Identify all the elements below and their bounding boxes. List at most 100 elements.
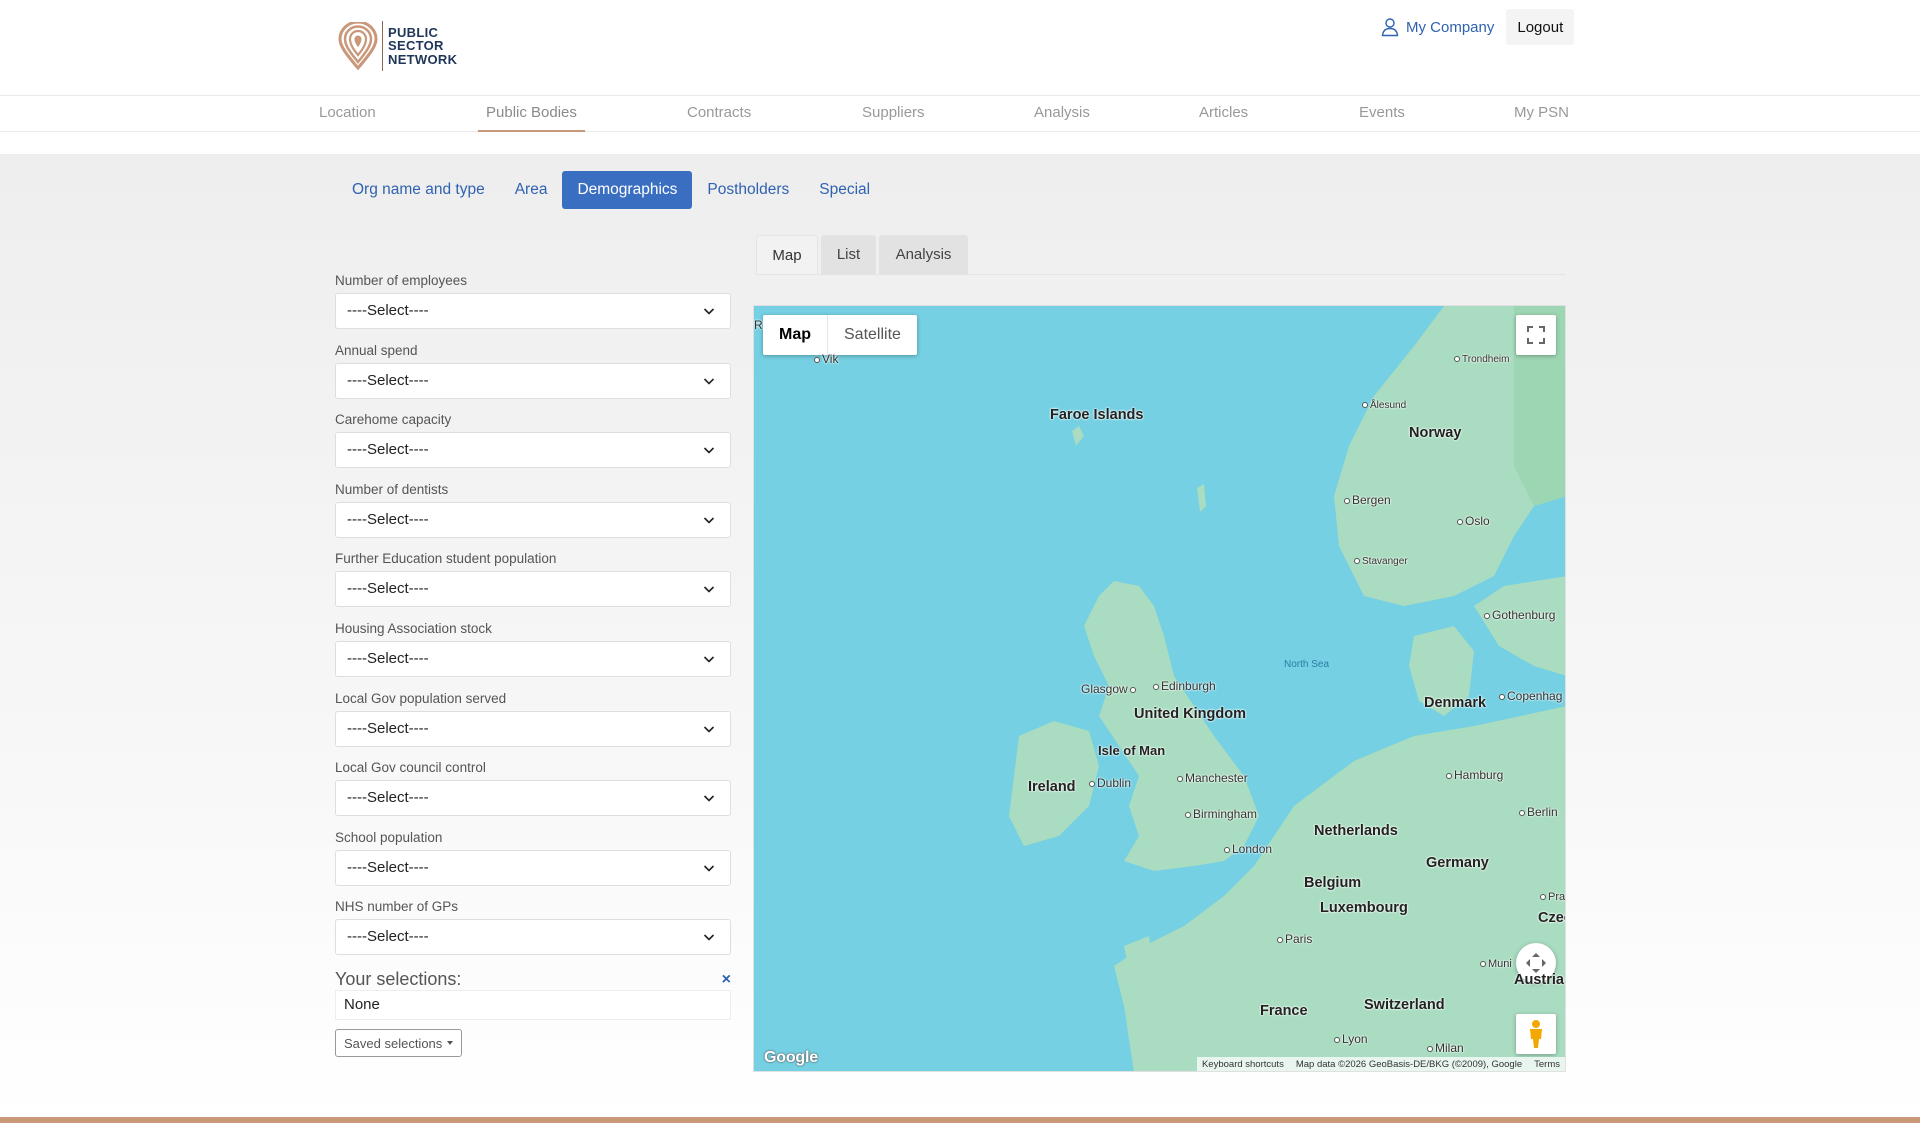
city-name: London xyxy=(1232,842,1273,856)
city-label: Berlin xyxy=(1519,805,1558,819)
select-housing-association-stock[interactable]: ----Select---- xyxy=(335,640,731,677)
select-number-of-dentists[interactable]: ----Select---- xyxy=(335,501,731,538)
tab-analysis[interactable]: Analysis xyxy=(879,235,968,274)
select-number-of-employees[interactable]: ----Select---- xyxy=(335,293,731,329)
city-name: Milan xyxy=(1435,1041,1464,1055)
logo-pin-icon xyxy=(338,22,378,70)
city-name: Dublin xyxy=(1097,776,1132,790)
map-view[interactable]: Map Satellite R Vik Faroe Islands Norway… xyxy=(753,305,1566,1072)
country-label-germany: Germany xyxy=(1426,855,1489,871)
keyboard-shortcuts-link[interactable]: Keyboard shortcuts xyxy=(1202,1059,1284,1070)
city-name: Gothenburg xyxy=(1492,608,1556,622)
tab-map[interactable]: Map xyxy=(756,235,818,274)
fullscreen-button[interactable] xyxy=(1516,315,1556,355)
nav-events[interactable]: Events xyxy=(1359,96,1405,132)
city-name: Oslo xyxy=(1465,514,1490,528)
city-label: Pra xyxy=(1540,891,1565,903)
tab-list[interactable]: List xyxy=(821,235,876,274)
city-label: Glasgow xyxy=(1081,682,1138,696)
google-logo: Google xyxy=(764,1049,818,1066)
saved-selections-button[interactable]: Saved selections xyxy=(335,1029,463,1058)
city-label: Paris xyxy=(1277,932,1312,946)
city-label: Bergen xyxy=(1344,493,1391,507)
tab-org-name-and-type[interactable]: Org name and type xyxy=(337,171,500,209)
city-label: R xyxy=(754,318,763,332)
main-nav: Location Public Bodies Contracts Supplie… xyxy=(0,95,1920,132)
city-label: Dublin xyxy=(1089,776,1131,790)
tab-area[interactable]: Area xyxy=(500,171,563,209)
tab-demographics[interactable]: Demographics xyxy=(562,171,693,209)
sea-label-north-sea: North Sea xyxy=(1284,659,1330,670)
map-type-map[interactable]: Map xyxy=(763,315,828,355)
city-label: Muni xyxy=(1480,958,1512,970)
city-name: Lyon xyxy=(1342,1032,1368,1046)
camera-control-icon xyxy=(1526,953,1546,973)
chevron-down-icon xyxy=(703,447,715,454)
label-number-of-dentists: Number of dentists xyxy=(335,481,449,497)
select-value: ----Select---- xyxy=(347,858,429,876)
selections-value: None xyxy=(335,990,731,1021)
country-label-ireland: Ireland xyxy=(1028,779,1076,795)
psn-logo[interactable]: PUBLIC SECTOR NETWORK xyxy=(338,20,460,72)
logout-button[interactable]: Logout xyxy=(1506,9,1575,45)
saved-selections-label: Saved selections xyxy=(344,1035,443,1051)
nav-contracts[interactable]: Contracts xyxy=(687,96,751,132)
select-value: ----Select---- xyxy=(347,789,429,807)
city-label: Vik xyxy=(814,352,838,366)
nav-articles[interactable]: Articles xyxy=(1199,96,1248,132)
my-company-link[interactable]: My Company xyxy=(1376,12,1498,42)
map-type-control: Map Satellite xyxy=(763,315,917,355)
map-data-attribution: Map data ©2026 GeoBasis-DE/BKG (©2009), … xyxy=(1295,1058,1523,1070)
city-label: Copenhag xyxy=(1499,689,1562,703)
account-area: My Company Logout xyxy=(1376,9,1575,45)
city-name: Birmingham xyxy=(1193,807,1258,821)
city-name: Vik xyxy=(822,352,839,366)
select-fe-student-population[interactable]: ----Select---- xyxy=(335,571,731,608)
select-value: ----Select---- xyxy=(347,441,429,459)
city-label: Hamburg xyxy=(1446,768,1503,782)
filter-category-tabs: Org name and type Area Demographics Post… xyxy=(337,171,885,209)
tab-postholders[interactable]: Postholders xyxy=(692,171,804,209)
map-attribution: Keyboard shortcuts Map data ©2026 GeoBas… xyxy=(1196,1057,1565,1071)
city-label: Oslo xyxy=(1457,514,1490,528)
label-housing-association-stock: Housing Association stock xyxy=(335,620,492,636)
country-label-denmark: Denmark xyxy=(1424,695,1487,711)
clear-selections-icon[interactable]: × xyxy=(722,969,731,991)
chevron-down-icon xyxy=(703,795,715,802)
select-school-population[interactable]: ----Select---- xyxy=(335,849,731,886)
city-name: Copenhag xyxy=(1507,689,1563,703)
chevron-down-icon xyxy=(703,725,715,733)
nav-analysis[interactable]: Analysis xyxy=(1034,96,1090,132)
nav-my-psn[interactable]: My PSN xyxy=(1514,96,1569,132)
nav-suppliers[interactable]: Suppliers xyxy=(862,96,925,132)
map-type-satellite[interactable]: Satellite xyxy=(828,315,917,355)
logo-line-2: SECTOR xyxy=(388,38,444,54)
city-label: Gothenburg xyxy=(1484,608,1555,622)
country-label-france: France xyxy=(1260,1003,1308,1019)
country-label-luxembourg: Luxembourg xyxy=(1320,900,1408,916)
country-label-uk: United Kingdom xyxy=(1134,706,1246,722)
label-school-population: School population xyxy=(335,829,443,845)
label-local-gov-population: Local Gov population served xyxy=(335,690,507,706)
country-label-switzerland: Switzerland xyxy=(1364,997,1445,1013)
select-local-gov-population[interactable]: ----Select---- xyxy=(335,710,731,747)
tab-special[interactable]: Special xyxy=(804,171,885,209)
terms-link[interactable]: Terms xyxy=(1534,1059,1560,1070)
label-number-of-employees: Number of employees xyxy=(335,273,468,288)
city-label: London xyxy=(1224,842,1272,856)
select-carehome-capacity[interactable]: ----Select---- xyxy=(335,432,731,469)
your-selections-label: Your selections: xyxy=(335,969,462,990)
street-view-button[interactable] xyxy=(1516,1014,1556,1054)
city-label: Ålesund xyxy=(1362,400,1406,411)
city-label: Stavanger xyxy=(1354,556,1408,567)
select-nhs-number-of-gps[interactable]: ----Select---- xyxy=(335,919,731,956)
label-local-gov-council-control: Local Gov council control xyxy=(335,760,486,776)
select-annual-spend[interactable]: ----Select---- xyxy=(335,362,731,399)
select-local-gov-council-control[interactable]: ----Select---- xyxy=(335,780,731,817)
logo-line-3: NETWORK xyxy=(388,51,458,67)
nav-location[interactable]: Location xyxy=(319,96,376,132)
nav-public-bodies[interactable]: Public Bodies xyxy=(478,96,585,132)
chevron-down-icon xyxy=(703,865,715,872)
select-value: ----Select---- xyxy=(347,928,429,946)
pegman-icon xyxy=(1530,1020,1542,1048)
